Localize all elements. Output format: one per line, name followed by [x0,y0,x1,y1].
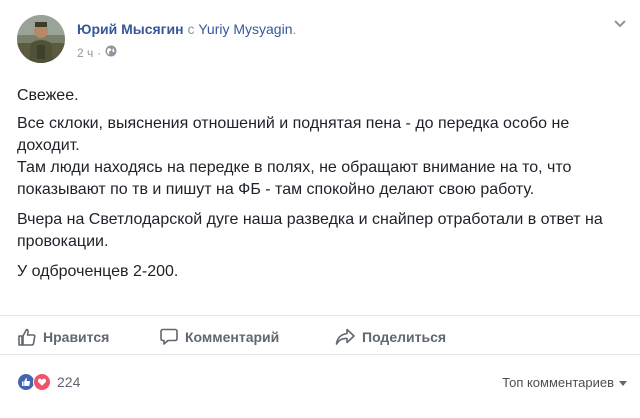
share-label: Поделиться [362,329,447,345]
comment-button[interactable]: Комментарий [159,322,279,352]
comment-label: Комментарий [185,329,280,345]
post-paragraph: У одброченцев 2-200. [17,263,179,280]
caret-down-icon [619,375,627,390]
with-word: с [187,21,195,37]
meta-separator: · [97,45,102,60]
post-paragraph: Вчера на Светлодарской дуге наша разведк… [17,211,603,250]
post-paragraph: Свежее. [17,87,79,104]
comment-bubble-icon [159,327,179,347]
post-paragraph: Все склоки, выяснения отношений и поднят… [17,115,572,198]
avatar[interactable] [17,15,65,63]
share-button[interactable]: Поделиться [334,322,446,352]
like-label: Нравится [43,329,110,345]
comments-sort-dropdown[interactable]: Топ комментариев [502,375,627,390]
comments-sort-label: Топ комментариев [502,375,614,390]
coauthor-dot: . [292,21,297,37]
share-arrow-icon [334,327,356,347]
reactions-summary[interactable]: 224 [17,373,80,391]
globe-icon[interactable] [105,45,117,60]
post-text: Свежее. Все склоки, выяснения отношений … [17,85,617,291]
author-line: Юрий Мысягин с Yuriy Mysyagin. [77,21,296,37]
post-actions-bar: Нравится Комментарий Поделиться [0,315,640,355]
author-name[interactable]: Юрий Мысягин [77,21,184,37]
thumbs-up-icon [17,327,37,347]
post-header: Юрий Мысягин с Yuriy Mysyagin. 2 ч · [17,15,630,65]
love-reaction-icon [33,373,51,391]
coauthor-name[interactable]: Yuriy Mysyagin [198,21,292,37]
post-timestamp[interactable]: 2 ч [77,46,93,60]
chevron-down-icon[interactable] [610,15,630,33]
reaction-count: 224 [57,374,81,390]
like-button[interactable]: Нравится [17,322,109,352]
post-meta: 2 ч · [77,45,117,60]
